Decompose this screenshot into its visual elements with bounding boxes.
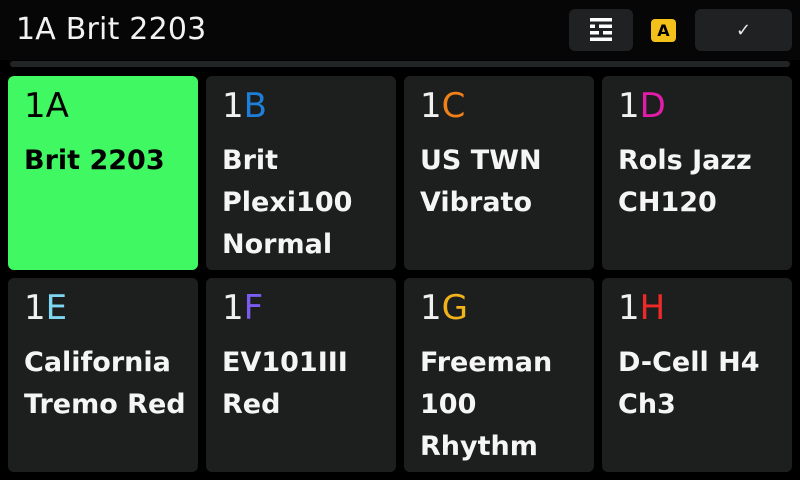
preset-letter: G [441, 288, 468, 328]
preset-grid: 1A Brit 2203 1B Brit Plexi100 Normal 1C US TW… [8, 76, 792, 472]
preset-name: Brit Plexi100 Normal [222, 145, 353, 260]
preset-id: 1H [618, 288, 665, 328]
preset-letter: C [441, 86, 466, 126]
preset-letter: E [45, 288, 68, 328]
preset-name: D-Cell H4 Ch3 [618, 347, 760, 420]
preset-letter: A [45, 86, 69, 126]
preset-name: Rols Jazz CH120 [618, 145, 752, 218]
preset-id: 1A [24, 86, 69, 126]
preset-letter: F [243, 288, 264, 328]
preset-bank-number: 1 [222, 86, 244, 126]
preset-letter: B [243, 86, 267, 126]
preset-bank-number: 1 [24, 288, 46, 328]
scroll-indicator [10, 61, 790, 67]
preset-bank-number: 1 [618, 86, 640, 126]
preset-id: 1F [222, 288, 263, 328]
preset-bank-number: 1 [618, 288, 640, 328]
preset-tile-1d[interactable]: 1D Rols Jazz CH120 [602, 76, 792, 270]
preset-bank-number: 1 [222, 288, 244, 328]
preset-letter: D [639, 86, 666, 126]
preset-id: 1E [24, 288, 67, 328]
bank-badge: A [651, 19, 676, 42]
grid-layout-icon [590, 18, 612, 41]
preset-id: 1G [420, 288, 468, 328]
grid-view-button[interactable] [569, 9, 633, 51]
preset-bank-number: 1 [420, 288, 442, 328]
page-title: 1A Brit 2203 [16, 12, 207, 47]
preset-tile-1h[interactable]: 1H D-Cell H4 Ch3 [602, 278, 792, 472]
preset-bank-number: 1 [24, 86, 46, 126]
confirm-button[interactable]: ✓ [695, 9, 792, 51]
preset-tile-1g[interactable]: 1G Freeman 100 Rhythm [404, 278, 594, 472]
preset-name: Freeman 100 Rhythm [420, 347, 553, 462]
preset-bank-number: 1 [420, 86, 442, 126]
preset-id: 1D [618, 86, 666, 126]
preset-tile-1b[interactable]: 1B Brit Plexi100 Normal [206, 76, 396, 270]
preset-tile-1a[interactable]: 1A Brit 2203 [8, 76, 198, 270]
preset-letter: H [639, 288, 666, 328]
checkmark-icon: ✓ [735, 19, 752, 41]
preset-id: 1B [222, 86, 267, 126]
preset-name: Brit 2203 [24, 145, 165, 176]
preset-tile-1e[interactable]: 1E California Tremo Red [8, 278, 198, 472]
preset-tile-1c[interactable]: 1C US TWN Vibrato [404, 76, 594, 270]
preset-name: EV101III Red [222, 347, 348, 420]
preset-tile-1f[interactable]: 1F EV101III Red [206, 278, 396, 472]
header-bar: 1A Brit 2203 A ✓ [0, 0, 800, 60]
preset-id: 1C [420, 86, 465, 126]
preset-name: California Tremo Red [24, 347, 186, 420]
preset-name: US TWN Vibrato [420, 145, 542, 218]
